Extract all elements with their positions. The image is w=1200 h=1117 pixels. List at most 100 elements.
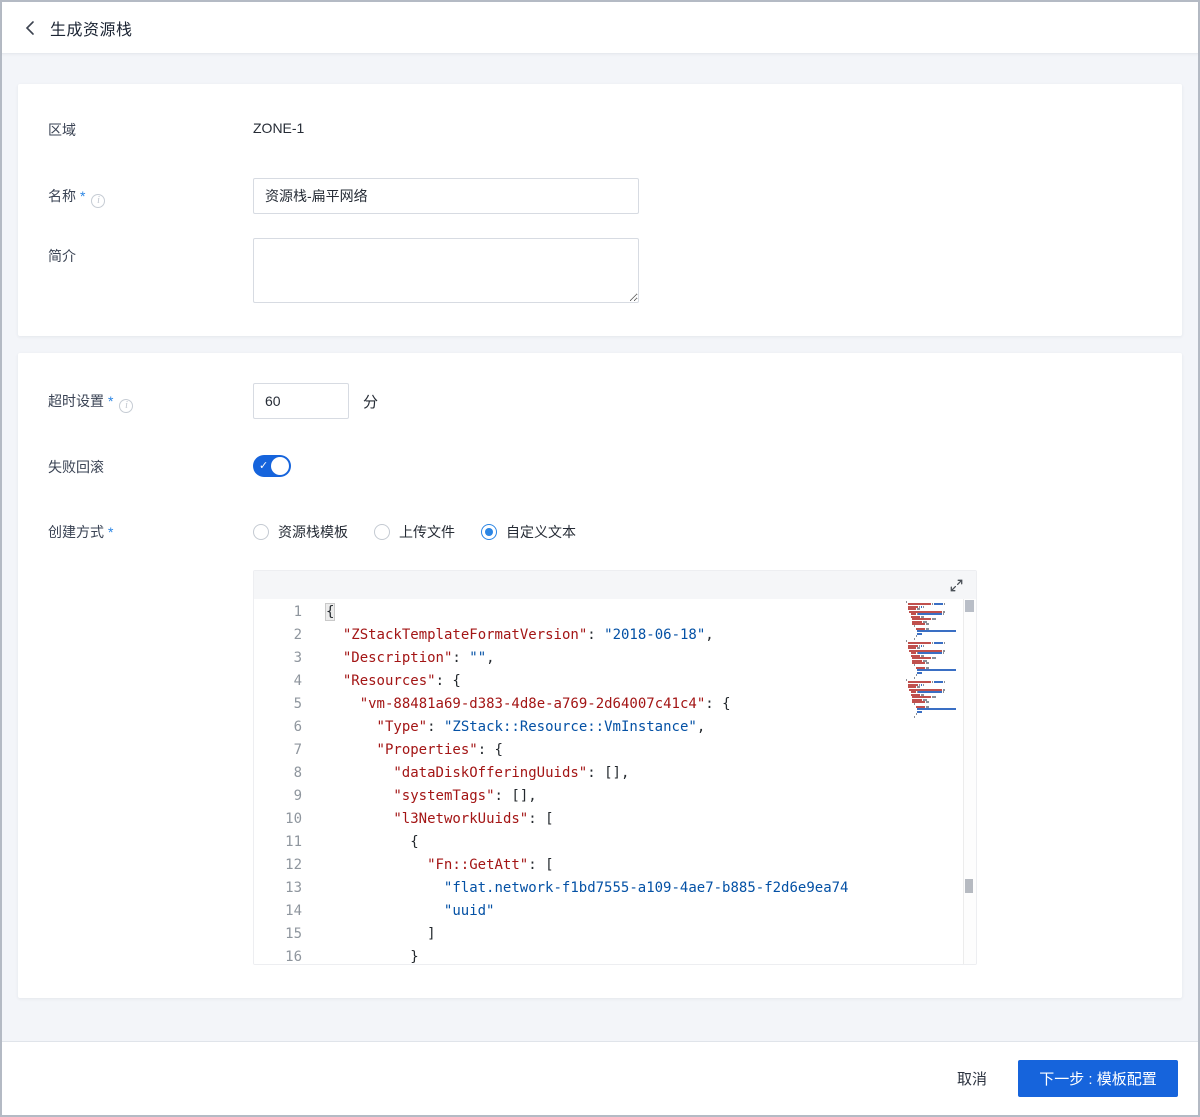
line-number: 12 [254,854,302,877]
code-text: "ZStackTemplateFormatVersion": "2018-06-… [302,624,906,647]
next-step-button[interactable]: 下一步 : 模板配置 [1018,1060,1178,1097]
info-icon[interactable] [119,399,133,413]
radio-option[interactable]: 资源栈模板 [253,522,348,542]
radio-label: 自定义文本 [506,522,576,542]
page-title: 生成资源栈 [50,16,133,40]
code-text: "flat.network-f1bd7555-a109-4ae7-b885-f2… [302,877,906,900]
code-text: } [302,946,906,965]
check-icon [259,458,268,474]
cancel-button[interactable]: 取消 [957,1068,987,1089]
overview-marker [965,879,973,893]
timeout-label: 超时设置* [48,383,253,419]
line-number: 8 [254,762,302,785]
code-text: "uuid" [302,900,906,923]
code-line[interactable]: 10"l3NetworkUuids": [ [254,808,906,831]
line-number: 11 [254,831,302,854]
fullscreen-expand-icon[interactable] [949,578,964,593]
description-row: 简介 [48,238,1152,308]
create-method-options: 资源栈模板 上传文件 自定义文本 [253,517,1152,542]
line-number: 2 [254,624,302,647]
radio-option[interactable]: 自定义文本 [481,522,576,542]
line-number: 13 [254,877,302,900]
code-line[interactable]: 4"Resources": { [254,670,906,693]
code-text: "systemTags": [], [302,785,906,808]
line-number: 9 [254,785,302,808]
editor-lines[interactable]: 1{2"ZStackTemplateFormatVersion": "2018-… [254,601,906,965]
radio-option[interactable]: 上传文件 [374,522,455,542]
line-number: 3 [254,647,302,670]
basic-info-card: 区域 ZONE-1 名称* 简介 [18,84,1182,336]
code-text: "Fn::GetAtt": [ [302,854,906,877]
code-line[interactable]: 13"flat.network-f1bd7555-a109-4ae7-b885-… [254,877,906,900]
zone-label: 区域 [48,120,253,140]
code-line[interactable]: 9"systemTags": [], [254,785,906,808]
line-number: 10 [254,808,302,831]
code-line[interactable]: 7"Properties": { [254,739,906,762]
name-row: 名称* [48,178,1152,214]
code-text: "Properties": { [302,739,906,762]
code-line[interactable]: 1{ [254,601,906,624]
code-text: ] [302,923,906,946]
editor-toolbar [254,571,976,599]
required-asterisk: * [108,393,113,409]
code-editor[interactable]: 1{2"ZStackTemplateFormatVersion": "2018-… [253,570,977,965]
timeout-unit: 分 [363,391,378,412]
code-line[interactable]: 5"vm-88481a69-d383-4d8e-a769-2d64007c41c… [254,693,906,716]
code-text: "l3NetworkUuids": [ [302,808,906,831]
code-line[interactable]: 3"Description": "", [254,647,906,670]
code-text: "vm-88481a69-d383-4d8e-a769-2d64007c41c4… [302,693,906,716]
code-line[interactable]: 11{ [254,831,906,854]
code-line[interactable]: 2"ZStackTemplateFormatVersion": "2018-06… [254,624,906,647]
line-number: 14 [254,900,302,923]
zone-row: 区域 ZONE-1 [48,120,1152,140]
scrollbar-thumb[interactable] [965,600,974,612]
code-text: "Resources": { [302,670,906,693]
description-textarea[interactable] [253,238,639,303]
create-method-label: 创建方式* [48,517,253,965]
line-number: 1 [254,601,302,624]
rollback-row: 失败回滚 [48,455,1152,477]
editor-body[interactable]: 1{2"ZStackTemplateFormatVersion": "2018-… [254,599,976,965]
description-label: 简介 [48,238,253,308]
line-number: 4 [254,670,302,693]
code-line[interactable]: 15] [254,923,906,946]
line-number: 6 [254,716,302,739]
rollback-toggle[interactable] [253,455,291,477]
editor-minimap[interactable] [906,599,963,965]
line-number: 5 [254,693,302,716]
code-line[interactable]: 8"dataDiskOfferingUuids": [], [254,762,906,785]
toggle-knob [271,457,289,475]
code-text: "dataDiskOfferingUuids": [], [302,762,906,785]
radio-icon [481,524,497,540]
radio-icon [374,524,390,540]
info-icon[interactable] [91,194,105,208]
code-text: { [302,831,906,854]
required-asterisk: * [108,524,113,540]
code-text: "Description": "", [302,647,906,670]
code-line[interactable]: 12"Fn::GetAtt": [ [254,854,906,877]
line-number: 16 [254,946,302,965]
code-line[interactable]: 14"uuid" [254,900,906,923]
radio-label: 资源栈模板 [278,522,348,542]
name-input[interactable] [253,178,639,214]
line-number: 15 [254,923,302,946]
chevron-left-icon [24,20,36,36]
zone-value: ZONE-1 [253,120,1152,140]
back-button[interactable] [24,20,36,36]
code-line[interactable]: 16} [254,946,906,965]
line-number: 7 [254,739,302,762]
create-resource-stack-page: 生成资源栈 区域 ZONE-1 名称* 简介 [0,0,1200,1117]
required-asterisk: * [80,188,85,204]
timeout-input[interactable] [253,383,349,419]
timeout-row: 超时设置* 分 [48,383,1152,419]
create-method-row: 创建方式* 资源栈模板 上传文件 自定义文本 [48,517,1152,965]
code-line[interactable]: 6"Type": "ZStack::Resource::VmInstance", [254,716,906,739]
footer-bar: 取消 下一步 : 模板配置 [2,1041,1198,1115]
radio-label: 上传文件 [399,522,455,542]
settings-card: 超时设置* 分 失败回滚 创建方式* [18,353,1182,998]
name-label: 名称* [48,178,253,214]
code-text: "Type": "ZStack::Resource::VmInstance", [302,716,906,739]
form-content: 区域 ZONE-1 名称* 简介 超时设置* [2,54,1198,1041]
minimap-line [906,716,963,718]
editor-overview-ruler[interactable] [963,599,976,965]
